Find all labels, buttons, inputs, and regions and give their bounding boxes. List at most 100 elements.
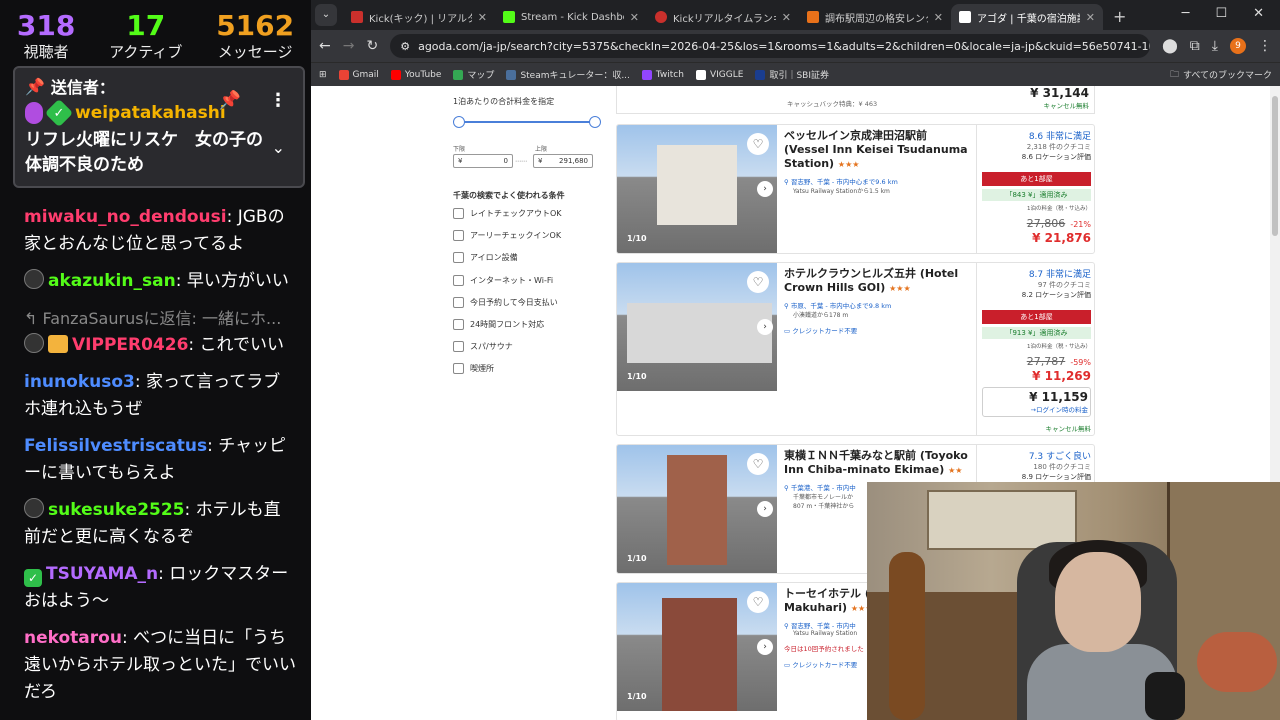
favorite-heart-icon[interactable]: ♡ [747, 591, 769, 613]
next-photo-icon[interactable]: › [757, 319, 773, 335]
more-options-icon[interactable]: ⋮ [269, 90, 287, 111]
slider-max-handle[interactable] [589, 116, 601, 128]
pinned-sender-row: 📌 送信者： [25, 74, 293, 98]
back-icon[interactable]: ← [319, 38, 331, 54]
hotel-location[interactable]: ⚲ 習志野、千葉 - 市内中心まで9.6 km [784, 176, 974, 186]
extension-icon[interactable]: ⬤ [1162, 38, 1178, 54]
minimize-icon[interactable]: ─ [1182, 6, 1190, 21]
min-price-input[interactable]: ¥0 [453, 154, 513, 168]
tab-rental-car[interactable]: 調布駅周辺の格安レンタカー ✕ [799, 4, 951, 30]
apps-icon[interactable]: ⊞ [319, 70, 327, 80]
checkbox-icon[interactable] [453, 363, 464, 374]
tab-kick-ranking[interactable]: Kick(キック) | リアルタイムラン ✕ [343, 4, 495, 30]
chat-username[interactable]: sukesuke2525 [48, 500, 185, 520]
bookmark-maps[interactable]: マップ [453, 68, 494, 81]
favorite-heart-icon[interactable]: ♡ [747, 133, 769, 155]
checkbox-icon[interactable] [453, 275, 464, 286]
tab-close-icon[interactable]: ✕ [1086, 11, 1095, 24]
filter-checkbox[interactable]: スパ/サウナ [453, 341, 513, 352]
tab-title: 調布駅周辺の格安レンタカー [825, 13, 928, 25]
filter-checkbox[interactable]: レイトチェックアウトOK [453, 208, 562, 219]
filter-checkbox[interactable]: 喫煙所 [453, 363, 494, 374]
hotel-name[interactable]: ベッセルイン京成津田沼駅前 (Vessel Inn Keisei Tsudanu… [784, 129, 974, 172]
next-photo-icon[interactable]: › [757, 501, 773, 517]
previous-hotel-card-bottom[interactable]: キャッシュバック特典：¥ 463 ¥ 31,144 キャンセル無料 [616, 86, 1095, 114]
tab-close-icon[interactable]: ✕ [478, 11, 487, 24]
tab-close-icon[interactable]: ✕ [934, 11, 943, 24]
filter-checkbox[interactable]: インターネット・Wi-Fi [453, 275, 553, 286]
bookmark-steam[interactable]: Steamキュレーター：収... [506, 68, 630, 81]
checkbox-icon[interactable] [453, 208, 464, 219]
chat-username[interactable]: nekotarou [24, 628, 122, 648]
reload-icon[interactable]: ↻ [366, 38, 378, 54]
tab-search-icon[interactable]: ⌄ [315, 4, 337, 26]
figures-shelf [1197, 632, 1277, 692]
forward-icon[interactable]: → [343, 38, 355, 54]
hotel-name-text: ホテルクラウンヒルズ五井 (Hotel Crown Hills GOI) [784, 267, 959, 294]
hotel-location[interactable]: ⚲ 市原、千葉 - 市内中心まで9.8 km [784, 300, 974, 310]
tab-kick-dashboard[interactable]: Stream - Kick Dashboard ✕ [495, 4, 647, 30]
filter-checkbox[interactable]: アイロン設備 [453, 252, 518, 263]
filter-checkbox[interactable]: アーリーチェックインOK [453, 230, 561, 241]
menu-icon[interactable]: ⋮ [1258, 38, 1272, 54]
pinned-username[interactable]: weipatakahashi [75, 103, 226, 123]
next-photo-icon[interactable]: › [757, 639, 773, 655]
chat-username[interactable]: miwaku_no_dendousi [24, 207, 227, 227]
tab-close-icon[interactable]: ✕ [630, 11, 639, 24]
hotel-name[interactable]: ホテルクラウンヒルズ五井 (Hotel Crown Hills GOI) ★★★ [784, 267, 974, 296]
chat-username[interactable]: akazukin_san [48, 271, 176, 291]
bookmark-sbi[interactable]: 取引｜SBI証券 [755, 68, 829, 81]
bookmark-label: マップ [467, 71, 495, 81]
hotel-photo[interactable]: ♡ › 1/10 [617, 263, 777, 391]
hotel-photo[interactable]: ♡ › 1/10 [617, 445, 777, 573]
tab-close-icon[interactable]: ✕ [782, 11, 791, 24]
maximize-icon[interactable]: ☐ [1215, 6, 1227, 21]
tab-strip: ⌄ Kick(キック) | リアルタイムラン ✕ Stream - Kick Da… [311, 0, 1280, 30]
bookmark-viggle[interactable]: VIGGLE [695, 69, 743, 80]
hotel-photo[interactable]: ♡ › 1/10 [617, 583, 777, 711]
filter-checkbox[interactable]: 24時間フロント対応 [453, 319, 544, 330]
slider-min-handle[interactable] [453, 116, 465, 128]
chat-username[interactable]: VIPPER0426 [72, 335, 188, 355]
close-window-icon[interactable]: ✕ [1253, 6, 1264, 21]
profile-avatar[interactable]: 9 [1230, 38, 1246, 54]
hotel-name[interactable]: 東横ＩＮＮ千葉みなと駅前 (Toyoko Inn Chiba-minato Ek… [784, 449, 974, 478]
bookmark-youtube[interactable]: YouTube [390, 69, 441, 80]
login-price-label: →ログイン時の料金 [1030, 406, 1088, 414]
all-bookmarks[interactable]: 🗀 すべてのブックマーク [1170, 67, 1272, 83]
bookmark-gmail[interactable]: Gmail [338, 69, 379, 80]
chat-username[interactable]: TSUYAMA_n [46, 564, 158, 584]
max-price-input[interactable]: ¥291,680 [533, 154, 593, 168]
hotel-card[interactable]: ♡ › 1/10 ベッセルイン京成津田沼駅前 (Vessel Inn Keise… [616, 124, 1095, 254]
download-icon[interactable]: ⤓ [1212, 38, 1218, 54]
hotel-photo[interactable]: ♡ › 1/10 [617, 125, 777, 253]
url-text[interactable]: agoda.com/ja-jp/search?city=5375&checkIn… [418, 40, 1150, 53]
checkbox-icon[interactable] [453, 341, 464, 352]
checkbox-icon[interactable] [453, 230, 464, 241]
bookmark-twitch[interactable]: Twitch [641, 69, 684, 80]
pin-icon[interactable]: 📌 [219, 90, 241, 111]
next-photo-icon[interactable]: › [757, 181, 773, 197]
hotel-name-text: ベッセルイン京成津田沼駅前 (Vessel Inn Keisei Tsudanu… [784, 129, 968, 170]
pin-small-icon: 📌 [25, 76, 45, 96]
tab-kick-realtime[interactable]: Kickリアルタイムランキング | ✕ [647, 4, 799, 30]
site-info-icon[interactable]: ⚙ [400, 40, 410, 53]
extensions-puzzle-icon[interactable]: ⧉ [1190, 38, 1200, 54]
chat-username[interactable]: Felissilvestriscatus [24, 436, 207, 456]
address-bar[interactable]: ⚙ agoda.com/ja-jp/search?city=5375&check… [390, 34, 1151, 58]
tab-agoda[interactable]: アゴダ | 千葉の宿泊施設 | ✕ [951, 4, 1103, 30]
chevron-down-icon[interactable]: ⌄ [272, 138, 285, 157]
scrollbar-thumb[interactable] [1272, 96, 1278, 236]
price-range-slider[interactable] [453, 116, 601, 128]
chat-username[interactable]: inunokuso3 [24, 372, 135, 392]
favorite-heart-icon[interactable]: ♡ [747, 271, 769, 293]
checkbox-icon[interactable] [453, 319, 464, 330]
favorite-heart-icon[interactable]: ♡ [747, 453, 769, 475]
filter-checkbox[interactable]: 今日予約して今日支払い [453, 297, 558, 308]
login-price-box[interactable]: ¥ 11,159 →ログイン時の料金 [982, 387, 1091, 417]
new-tab-icon[interactable]: + [1113, 7, 1126, 26]
message-count-stat: 5162 メッセージ [216, 10, 294, 64]
checkbox-icon[interactable] [453, 252, 464, 263]
checkbox-icon[interactable] [453, 297, 464, 308]
hotel-card[interactable]: ♡ › 1/10 ホテルクラウンヒルズ五井 (Hotel Crown Hills… [616, 262, 1095, 436]
